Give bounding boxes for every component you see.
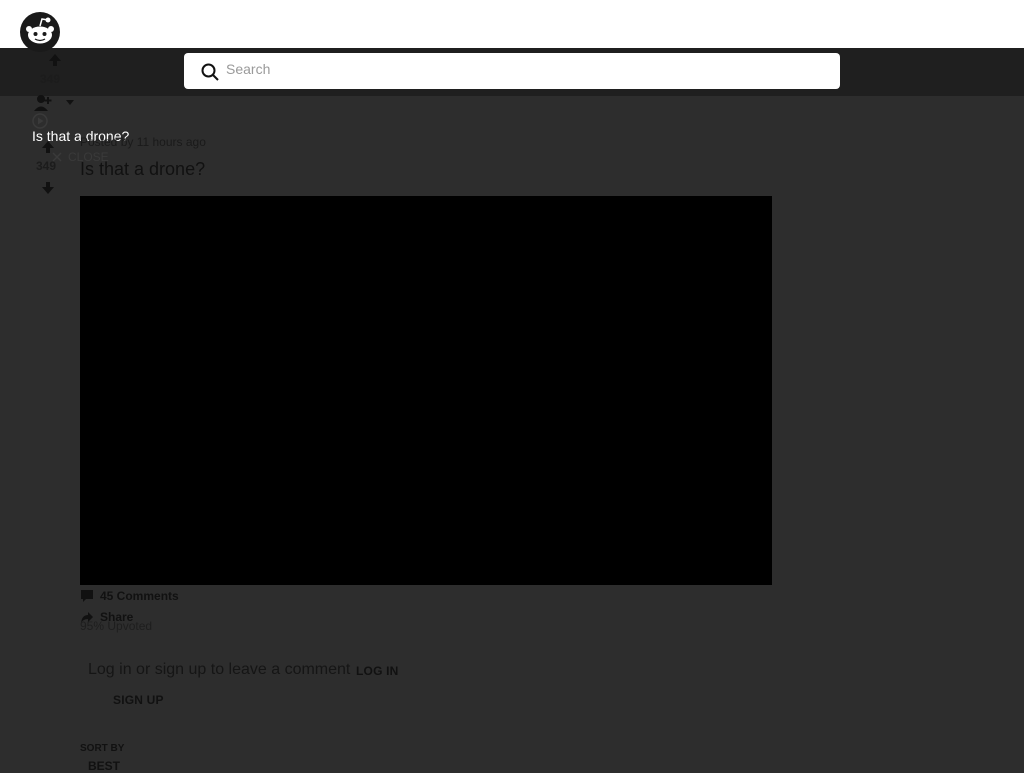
signup-button[interactable]: SIGN UP bbox=[113, 693, 164, 707]
chevron-down-icon[interactable] bbox=[65, 99, 75, 107]
video-player[interactable] bbox=[80, 196, 772, 585]
play-icon[interactable] bbox=[32, 113, 48, 129]
upvote-icon[interactable] bbox=[48, 53, 62, 67]
login-button[interactable]: LOG IN bbox=[356, 664, 399, 678]
upvote-icon[interactable] bbox=[41, 140, 55, 154]
comment-login-prompt: Log in or sign up to leave a comment bbox=[88, 661, 351, 678]
search-input[interactable] bbox=[224, 53, 828, 85]
vote-count-top: 349 bbox=[40, 72, 61, 86]
reddit-logo-icon[interactable] bbox=[20, 12, 60, 52]
post-time[interactable]: 11 hours ago bbox=[137, 135, 206, 149]
user-add-icon[interactable] bbox=[33, 94, 53, 112]
search-box[interactable] bbox=[184, 53, 840, 89]
downvote-icon[interactable] bbox=[41, 181, 55, 195]
vote-count: 349 bbox=[36, 159, 57, 173]
post-meta: Posted by 11 hours ago bbox=[80, 135, 206, 149]
comment-icon bbox=[81, 590, 93, 602]
top-header bbox=[0, 0, 1024, 48]
sort-dropdown[interactable]: BEST bbox=[88, 759, 120, 773]
post-title: Is that a drone? bbox=[80, 159, 206, 179]
search-icon bbox=[201, 63, 219, 81]
sort-by-label: SORT BY bbox=[80, 743, 125, 754]
comments-label: 45 Comments bbox=[100, 589, 179, 603]
upvote-ratio: 95% Upvoted bbox=[80, 619, 153, 633]
comments-button[interactable]: 45 Comments bbox=[80, 589, 179, 603]
posted-by-label: Posted by bbox=[80, 135, 134, 149]
